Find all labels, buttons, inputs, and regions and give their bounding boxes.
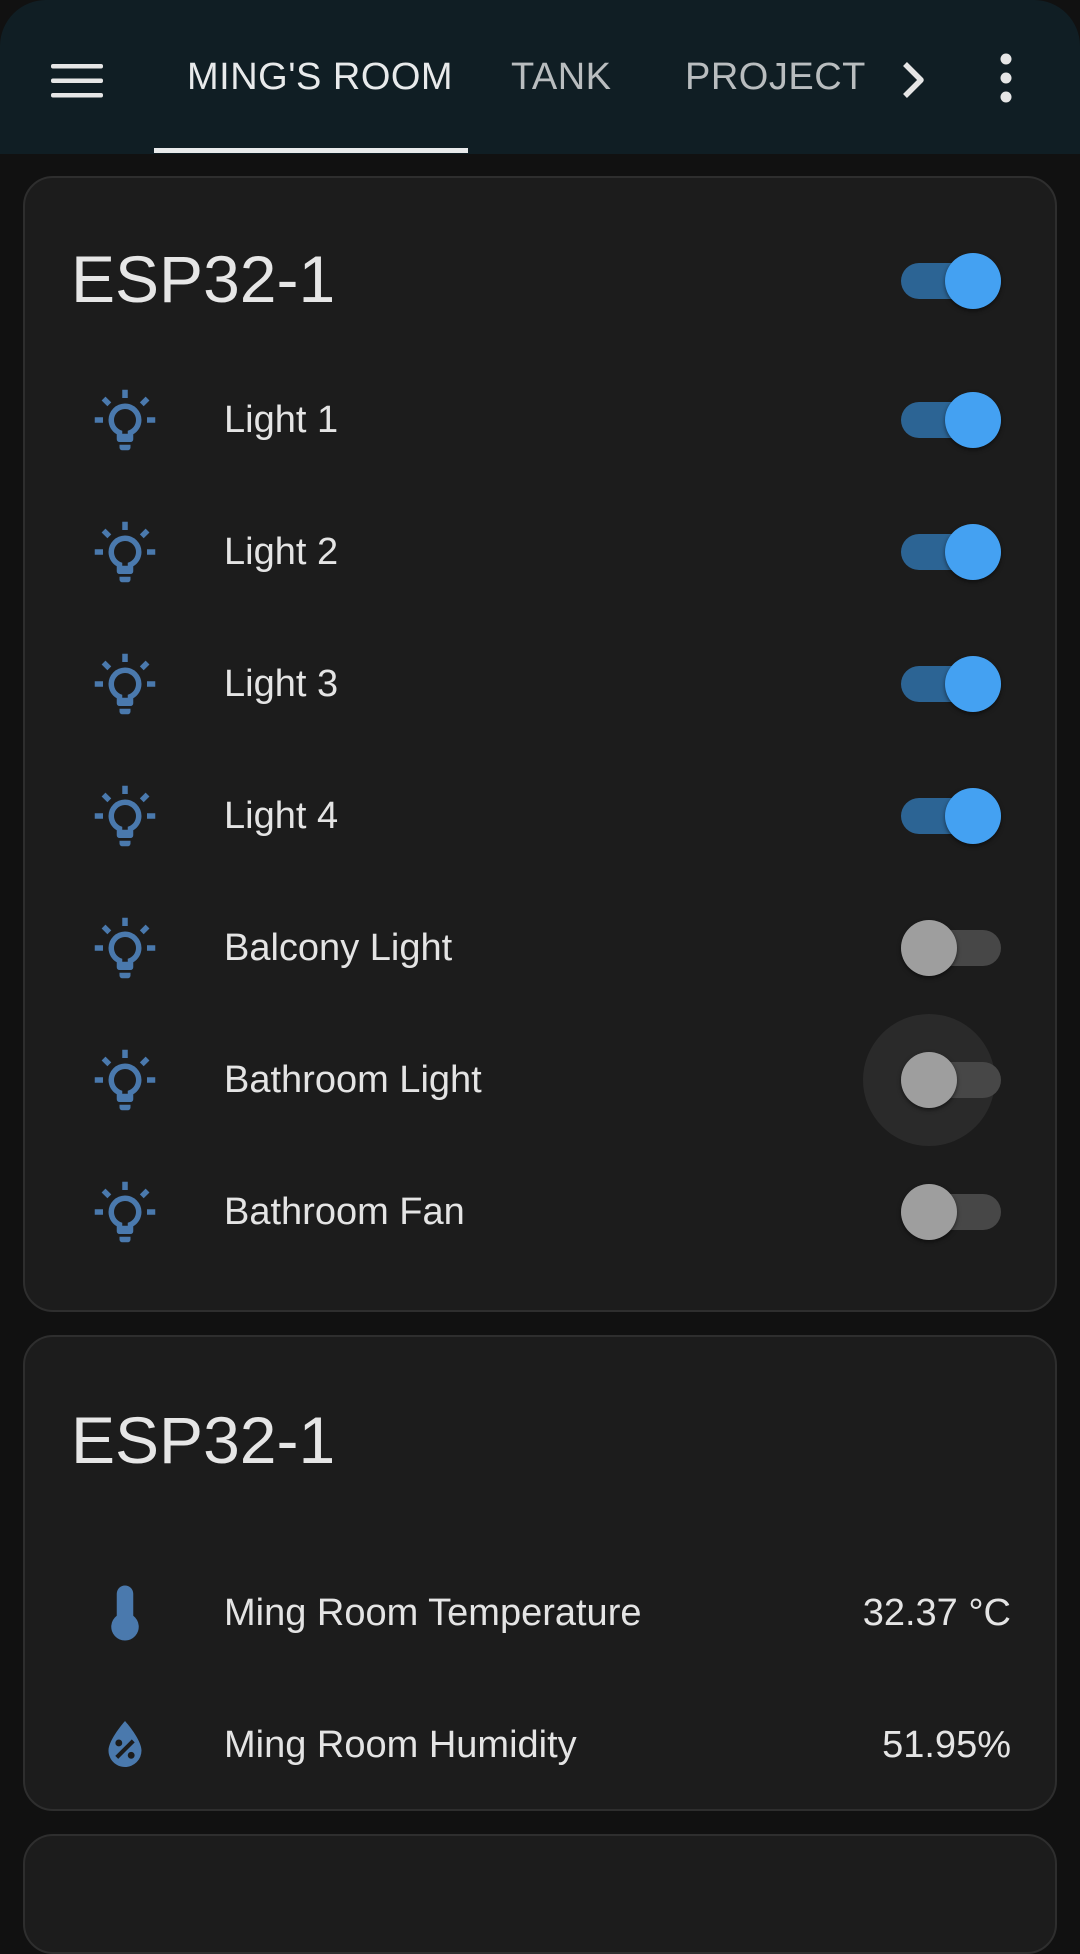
- toggle-thumb: [945, 253, 1001, 309]
- entity-name: Light 4: [224, 794, 339, 837]
- entity-name: Light 1: [224, 398, 339, 441]
- lightbulb-icon: [89, 384, 161, 456]
- tab-mings-room[interactable]: MING'S ROOM: [187, 0, 453, 154]
- tab-project[interactable]: PROJECT: [685, 0, 866, 154]
- light-3-toggle[interactable]: [901, 651, 1001, 717]
- toggle-thumb: [945, 656, 1001, 712]
- water-percent-icon: [89, 1709, 161, 1781]
- sensors-card: ESP32-1 Ming Room Temperature 32.37 °C M…: [23, 1335, 1057, 1811]
- bathroom-fan-toggle[interactable]: [901, 1179, 1001, 1245]
- sensor-name: Ming Room Humidity: [224, 1723, 577, 1766]
- sensor-row-humidity[interactable]: Ming Room Humidity 51.95%: [25, 1679, 1055, 1811]
- card-title: ESP32-1: [71, 1403, 336, 1477]
- toggle-thumb: [901, 920, 957, 976]
- toggle-thumb: [945, 392, 1001, 448]
- balcony-light-toggle[interactable]: [901, 915, 1001, 981]
- entity-row-light-1: Light 1: [25, 354, 1055, 486]
- more-vertical-icon: [1000, 53, 1012, 103]
- entities-card: ESP32-1 Light 1 Light 2 Light 3 Light 4 …: [23, 176, 1057, 1312]
- sensor-row-temperature[interactable]: Ming Room Temperature 32.37 °C: [25, 1547, 1055, 1679]
- active-tab-indicator: [154, 148, 468, 153]
- entity-row-bathroom-fan: Bathroom Fan: [25, 1146, 1055, 1278]
- entity-row-balcony-light: Balcony Light: [25, 882, 1055, 1014]
- menu-button[interactable]: [38, 42, 116, 120]
- entity-name: Bathroom Light: [224, 1058, 482, 1101]
- entity-name: Balcony Light: [224, 926, 453, 969]
- light-4-toggle[interactable]: [901, 783, 1001, 849]
- toggle-thumb: [945, 524, 1001, 580]
- scroll-tabs-button[interactable]: [876, 42, 952, 118]
- tab-tank[interactable]: TANK: [511, 0, 612, 154]
- entity-name: Bathroom Fan: [224, 1190, 465, 1233]
- master-toggle[interactable]: [901, 248, 1001, 314]
- overflow-menu-button[interactable]: [966, 38, 1046, 118]
- sensor-name: Ming Room Temperature: [224, 1591, 642, 1634]
- chevron-right-icon: [903, 62, 924, 98]
- entity-name: Light 3: [224, 662, 339, 705]
- toggle-thumb: [945, 788, 1001, 844]
- lightbulb-icon: [89, 780, 161, 852]
- toggle-thumb: [901, 1184, 957, 1240]
- lightbulb-icon: [89, 1176, 161, 1248]
- sensor-value: 51.95%: [882, 1723, 1011, 1766]
- bathroom-light-toggle[interactable]: [901, 1047, 1001, 1113]
- menu-icon: [51, 64, 103, 98]
- toggle-thumb: [901, 1052, 957, 1108]
- tab-label: MING'S ROOM: [187, 55, 454, 98]
- lightbulb-icon: [89, 912, 161, 984]
- next-card: [23, 1834, 1057, 1954]
- entity-row-light-3: Light 3: [25, 618, 1055, 750]
- light-2-toggle[interactable]: [901, 519, 1001, 585]
- card-title: ESP32-1: [71, 242, 336, 316]
- entity-name: Light 2: [224, 530, 339, 573]
- entity-row-light-2: Light 2: [25, 486, 1055, 618]
- thermometer-icon: [89, 1577, 161, 1649]
- entity-row-bathroom-light: Bathroom Light: [25, 1014, 1055, 1146]
- lightbulb-icon: [89, 516, 161, 588]
- app-toolbar: MING'S ROOM TANK PROJECT: [0, 0, 1080, 154]
- sensor-value: 32.37 °C: [862, 1591, 1011, 1634]
- entity-row-light-4: Light 4: [25, 750, 1055, 882]
- tab-label: PROJECT: [685, 55, 866, 98]
- tab-label: TANK: [511, 55, 612, 98]
- light-1-toggle[interactable]: [901, 387, 1001, 453]
- lightbulb-icon: [89, 1044, 161, 1116]
- lightbulb-icon: [89, 648, 161, 720]
